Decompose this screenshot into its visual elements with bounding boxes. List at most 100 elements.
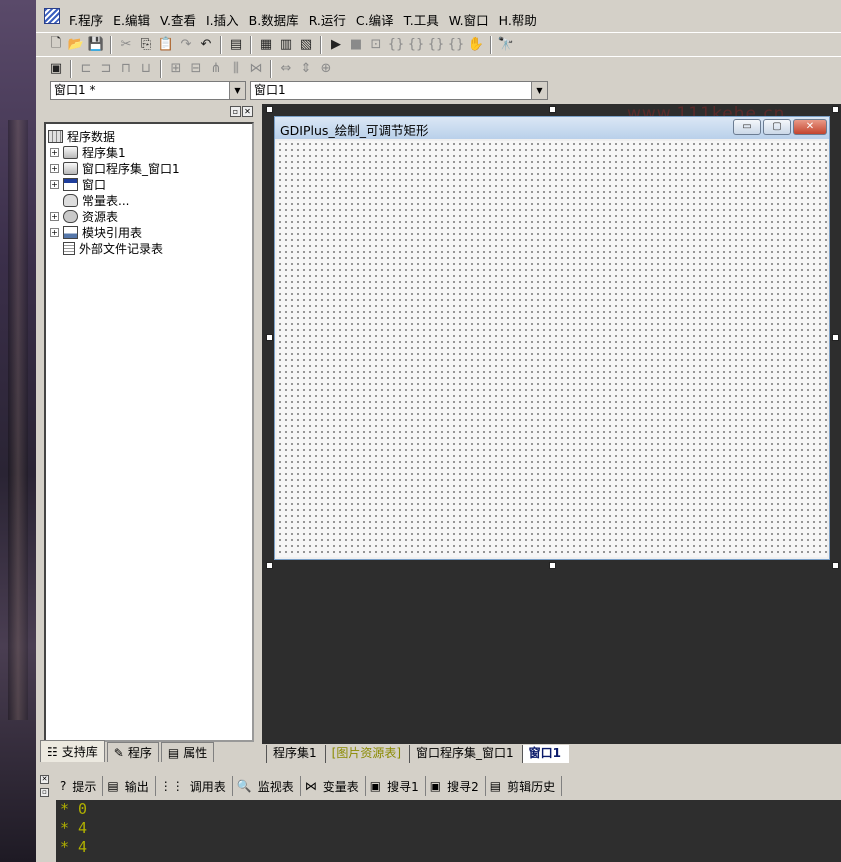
run-icon[interactable]: ▶ — [326, 35, 346, 55]
hand-icon[interactable]: ✋ — [466, 35, 486, 55]
expand-icon[interactable]: + — [50, 179, 59, 189]
new-file-icon[interactable]: 🗋 — [46, 35, 66, 55]
center-horizontal-icon[interactable]: ⊞ — [166, 59, 186, 79]
tab-output[interactable]: ▤ 输出 — [103, 776, 156, 796]
open-folder-icon[interactable]: 📂 — [66, 35, 86, 55]
save-icon[interactable]: 💾 — [86, 35, 106, 55]
tab-property[interactable]: ▤ 属性 — [160, 742, 215, 762]
same-size-icon[interactable]: ⊕ — [316, 59, 336, 79]
align-top-icon[interactable]: ⊓ — [116, 59, 136, 79]
event-combo[interactable]: 窗口1 ▼ — [250, 81, 548, 100]
output-restore-icon[interactable]: ▫ — [40, 788, 49, 797]
tab-hint[interactable]: ? 提示 — [56, 776, 104, 796]
tab-support-library[interactable]: ☷ 支持库 — [40, 740, 105, 762]
stop-icon[interactable]: ■ — [346, 35, 366, 55]
chevron-down-icon[interactable]: ▼ — [229, 82, 245, 99]
menu-help[interactable]: H.帮助 — [494, 10, 542, 29]
undo-icon[interactable]: ↶ — [196, 35, 216, 55]
object-combo-value: 窗口1 * — [54, 83, 96, 97]
doc-tab-assembly1[interactable]: 程序集1 — [266, 745, 325, 763]
layout2-icon[interactable]: ▥ — [276, 35, 296, 55]
form-design-grid[interactable] — [277, 141, 827, 557]
resize-handle[interactable] — [832, 334, 839, 341]
align-bottom-icon[interactable]: ⊔ — [136, 59, 156, 79]
layout1-icon[interactable]: ▦ — [256, 35, 276, 55]
app-icon[interactable] — [44, 8, 60, 24]
menu-run[interactable]: R.运行 — [304, 10, 351, 29]
menu-edit[interactable]: E.编辑 — [108, 10, 155, 29]
tab-search2[interactable]: ▣ 搜寻2 — [426, 776, 486, 796]
form-title-bar[interactable]: GDIPlus_绘制_可调节矩形 ▭ ▢ ✕ — [275, 117, 829, 139]
resize-handle[interactable] — [266, 106, 273, 113]
step-over-icon[interactable]: {} — [426, 35, 446, 55]
breakpoint-icon[interactable]: {} — [446, 35, 466, 55]
tab-program[interactable]: ✎ 程序 — [106, 742, 159, 762]
find-icon[interactable]: ▤ — [226, 35, 246, 55]
expand-icon[interactable]: + — [50, 227, 59, 237]
resize-handle[interactable] — [832, 106, 839, 113]
output-console[interactable]: * 0 * 4 * 4 — [56, 800, 841, 862]
center-vertical-icon[interactable]: ⊟ — [186, 59, 206, 79]
tree-item[interactable]: + 窗口 — [46, 176, 252, 192]
tree-item[interactable]: + 程序集1 — [46, 144, 252, 160]
output-close-icon[interactable]: ✕ — [40, 775, 49, 784]
resize-handle[interactable] — [549, 106, 556, 113]
tree-item[interactable]: + 模块引用表 — [46, 224, 252, 240]
doc-tab-window1[interactable]: 窗口1 — [521, 745, 570, 763]
distribute-icon[interactable]: ⋈ — [246, 59, 266, 79]
tab-clip-history[interactable]: ▤ 剪辑历史 — [486, 776, 563, 796]
space-vertical-icon[interactable]: ⋔ — [206, 59, 226, 79]
close-icon[interactable]: ✕ — [793, 119, 827, 135]
binoculars-icon[interactable]: 🔭 — [496, 35, 516, 55]
menu-database[interactable]: B.数据库 — [244, 10, 304, 29]
tab-search1[interactable]: ▣ 搜寻1 — [366, 776, 426, 796]
menu-tools[interactable]: T.工具 — [399, 10, 444, 29]
tab-variables[interactable]: ⋈ 变量表 — [301, 776, 366, 796]
tree-item[interactable]: + 窗口程序集_窗口1 — [46, 160, 252, 176]
resize-handle[interactable] — [266, 334, 273, 341]
watch-icon: 🔍 — [236, 779, 252, 793]
menu-view[interactable]: V.查看 — [155, 10, 201, 29]
copy-icon[interactable]: ⎘ — [136, 35, 156, 55]
align-left-icon[interactable]: ⊏ — [76, 59, 96, 79]
layout3-icon[interactable]: ▧ — [296, 35, 316, 55]
expand-icon[interactable]: + — [50, 211, 59, 221]
redo-icon[interactable]: ↷ — [176, 35, 196, 55]
pane-close-icon[interactable]: ✕ — [242, 106, 253, 117]
expand-icon[interactable]: + — [50, 163, 59, 173]
tab-call-stack[interactable]: ⋮⋮ 调用表 — [156, 776, 233, 796]
step-in-icon[interactable]: {} — [386, 35, 406, 55]
tree-item[interactable]: 常量表... — [46, 192, 252, 208]
menu-window[interactable]: W.窗口 — [444, 10, 494, 29]
resize-handle[interactable] — [266, 562, 273, 569]
same-height-icon[interactable]: ⇕ — [296, 59, 316, 79]
step-icon[interactable]: ⊡ — [366, 35, 386, 55]
step-out-icon[interactable]: {} — [406, 35, 426, 55]
object-combo[interactable]: 窗口1 * ▼ — [50, 81, 246, 100]
doc-tab-image-resources[interactable]: [图片资源表] — [324, 745, 409, 763]
resize-handle[interactable] — [549, 562, 556, 569]
pane-restore-icon[interactable]: ▫ — [230, 106, 241, 117]
doc-tab-window-assembly[interactable]: 窗口程序集_窗口1 — [409, 745, 522, 763]
desktop-background — [0, 0, 36, 862]
align-right-icon[interactable]: ⊐ — [96, 59, 116, 79]
toolbar-separator — [270, 59, 272, 78]
minimize-icon[interactable]: ▭ — [733, 119, 761, 135]
cut-icon[interactable]: ✂ — [116, 35, 136, 55]
tree-item[interactable]: 外部文件记录表 — [46, 240, 252, 256]
form-icon[interactable]: ▣ — [46, 59, 66, 79]
resize-handle[interactable] — [832, 562, 839, 569]
expand-icon[interactable]: + — [50, 147, 59, 157]
maximize-icon[interactable]: ▢ — [763, 119, 791, 135]
tree-item[interactable]: + 资源表 — [46, 208, 252, 224]
chevron-down-icon[interactable]: ▼ — [531, 82, 547, 99]
paste-icon[interactable]: 📋 — [156, 35, 176, 55]
space-horizontal-icon[interactable]: ⫼ — [226, 59, 246, 79]
tab-watch[interactable]: 🔍 监视表 — [233, 776, 301, 796]
menu-insert[interactable]: I.插入 — [201, 10, 244, 29]
same-width-icon[interactable]: ⇔ — [276, 59, 296, 79]
form-designer-window[interactable]: GDIPlus_绘制_可调节矩形 ▭ ▢ ✕ — [274, 116, 830, 560]
tree-root[interactable]: 程序数据 — [46, 128, 252, 144]
menu-program[interactable]: F.程序 — [64, 10, 108, 29]
menu-compile[interactable]: C.编译 — [351, 10, 399, 29]
